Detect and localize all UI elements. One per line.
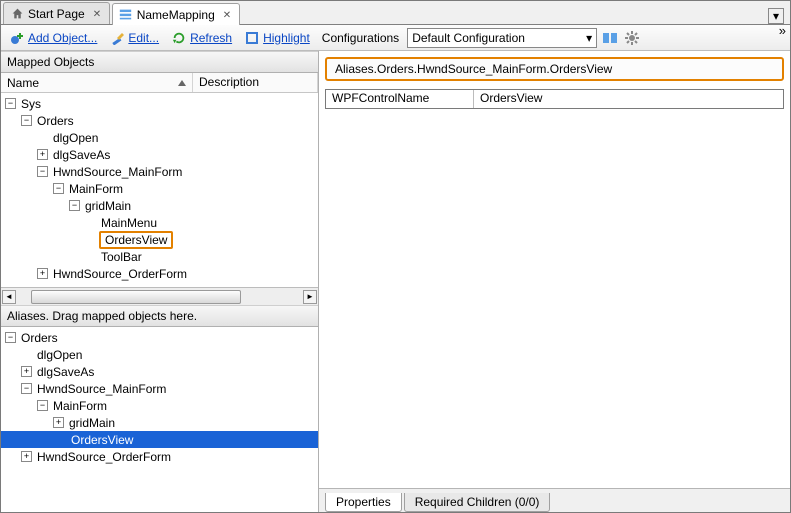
object-path: Aliases.Orders.HwndSource_MainForm.Order… <box>325 57 784 81</box>
tree-node-gridmain[interactable]: −gridMain <box>1 197 318 214</box>
collapse-icon[interactable]: − <box>69 200 80 211</box>
scroll-thumb[interactable] <box>31 290 241 304</box>
collapse-icon[interactable]: − <box>37 400 48 411</box>
properties-table: WPFControlName OrdersView <box>325 89 784 109</box>
right-fill <box>319 109 790 488</box>
expand-icon[interactable]: + <box>37 268 48 279</box>
home-icon <box>10 7 24 21</box>
tab-label: NameMapping <box>137 8 215 22</box>
mapped-columns: Name Description <box>1 73 318 93</box>
expand-icon[interactable]: + <box>37 149 48 160</box>
mapped-objects-tree: −Sys −Orders dlgOpen +dlgSaveAs −HwndSou… <box>1 93 318 287</box>
tab-required-children[interactable]: Required Children (0/0) <box>404 493 551 512</box>
tree-node-toolbar[interactable]: ToolBar <box>1 248 318 265</box>
alias-node-ordersview[interactable]: OrdersView <box>1 431 318 448</box>
mapped-horizontal-scrollbar[interactable]: ◄ ► <box>1 287 318 305</box>
tree-node-sys[interactable]: −Sys <box>1 95 318 112</box>
mapping-icon <box>119 8 133 22</box>
toolbar: Add Object... Edit... Refresh Highlight … <box>1 25 790 51</box>
right-panel: Aliases.Orders.HwndSource_MainForm.Order… <box>319 51 790 512</box>
add-object-button[interactable]: Add Object... <box>5 27 101 49</box>
highlight-button[interactable]: Highlight <box>240 27 314 49</box>
sort-asc-icon <box>178 80 186 86</box>
close-icon[interactable]: ✕ <box>93 9 103 19</box>
collapse-icon[interactable]: − <box>5 98 16 109</box>
tab-name-mapping[interactable]: NameMapping ✕ <box>112 3 240 25</box>
dropdown-value: Default Configuration <box>412 31 525 45</box>
button-label: Add Object... <box>28 31 97 45</box>
settings-button[interactable] <box>623 29 641 47</box>
expand-icon[interactable]: + <box>53 417 64 428</box>
aliases-header: Aliases. Drag mapped objects here. <box>1 305 318 327</box>
sync-button[interactable] <box>601 29 619 47</box>
scroll-right-icon[interactable]: ► <box>303 290 317 304</box>
expand-icon[interactable]: + <box>21 451 32 462</box>
chevron-down-icon: ▾ <box>586 31 592 45</box>
button-label: Highlight <box>263 31 310 45</box>
button-label: Edit... <box>128 31 159 45</box>
scroll-left-icon[interactable]: ◄ <box>2 290 16 304</box>
tree-node-ordersview[interactable]: OrdersView <box>1 231 318 248</box>
alias-node-hwnd-order[interactable]: +HwndSource_OrderForm <box>1 448 318 465</box>
tree-node-dlgsaveas[interactable]: +dlgSaveAs <box>1 146 318 163</box>
collapse-icon[interactable]: − <box>53 183 64 194</box>
property-name-cell[interactable]: WPFControlName <box>326 90 474 108</box>
tab-list-dropdown[interactable]: ▾ <box>768 8 784 24</box>
highlight-icon <box>244 30 260 46</box>
main-area: Mapped Objects Name Description −Sys −Or… <box>1 51 790 512</box>
collapse-icon[interactable]: − <box>5 332 16 343</box>
tab-properties[interactable]: Properties <box>325 493 402 512</box>
expand-icon[interactable]: + <box>21 366 32 377</box>
mapped-objects-header: Mapped Objects <box>1 51 318 73</box>
column-description[interactable]: Description <box>193 73 318 92</box>
refresh-icon <box>171 30 187 46</box>
collapse-icon[interactable]: − <box>37 166 48 177</box>
tree-node-mainform[interactable]: −MainForm <box>1 180 318 197</box>
alias-node-orders[interactable]: −Orders <box>1 329 318 346</box>
configuration-dropdown[interactable]: Default Configuration ▾ <box>407 28 597 48</box>
alias-node-hwnd-main[interactable]: −HwndSource_MainForm <box>1 380 318 397</box>
left-panel: Mapped Objects Name Description −Sys −Or… <box>1 51 319 512</box>
toolbar-overflow-icon[interactable]: » <box>779 23 786 38</box>
configurations-label[interactable]: Configurations <box>318 31 403 45</box>
editor-tab-strip: Start Page ✕ NameMapping ✕ ▾ <box>1 1 790 25</box>
add-object-icon <box>9 30 25 46</box>
collapse-icon[interactable]: − <box>21 115 32 126</box>
column-name[interactable]: Name <box>1 73 193 92</box>
close-icon[interactable]: ✕ <box>223 10 233 20</box>
tree-node-dlgopen[interactable]: dlgOpen <box>1 129 318 146</box>
alias-node-dlgopen[interactable]: dlgOpen <box>1 346 318 363</box>
collapse-icon[interactable]: − <box>21 383 32 394</box>
tree-node-hwnd-order[interactable]: +HwndSource_OrderForm <box>1 265 318 282</box>
aliases-tree: −Orders dlgOpen +dlgSaveAs −HwndSource_M… <box>1 327 318 512</box>
bottom-tab-strip: Properties Required Children (0/0) <box>319 488 790 512</box>
tree-node-mainmenu[interactable]: MainMenu <box>1 214 318 231</box>
chevron-down-icon: ▾ <box>773 9 779 23</box>
alias-node-gridmain[interactable]: +gridMain <box>1 414 318 431</box>
tree-node-hwnd-main[interactable]: −HwndSource_MainForm <box>1 163 318 180</box>
column-label: Name <box>7 76 39 90</box>
tab-start-page[interactable]: Start Page ✕ <box>3 2 110 24</box>
edit-button[interactable]: Edit... <box>105 27 163 49</box>
property-value-cell[interactable]: OrdersView <box>474 90 783 108</box>
tree-node-orders[interactable]: −Orders <box>1 112 318 129</box>
button-label: Refresh <box>190 31 232 45</box>
alias-node-mainform[interactable]: −MainForm <box>1 397 318 414</box>
edit-icon <box>109 30 125 46</box>
refresh-button[interactable]: Refresh <box>167 27 236 49</box>
alias-node-dlgsaveas[interactable]: +dlgSaveAs <box>1 363 318 380</box>
tab-label: Start Page <box>28 7 85 21</box>
